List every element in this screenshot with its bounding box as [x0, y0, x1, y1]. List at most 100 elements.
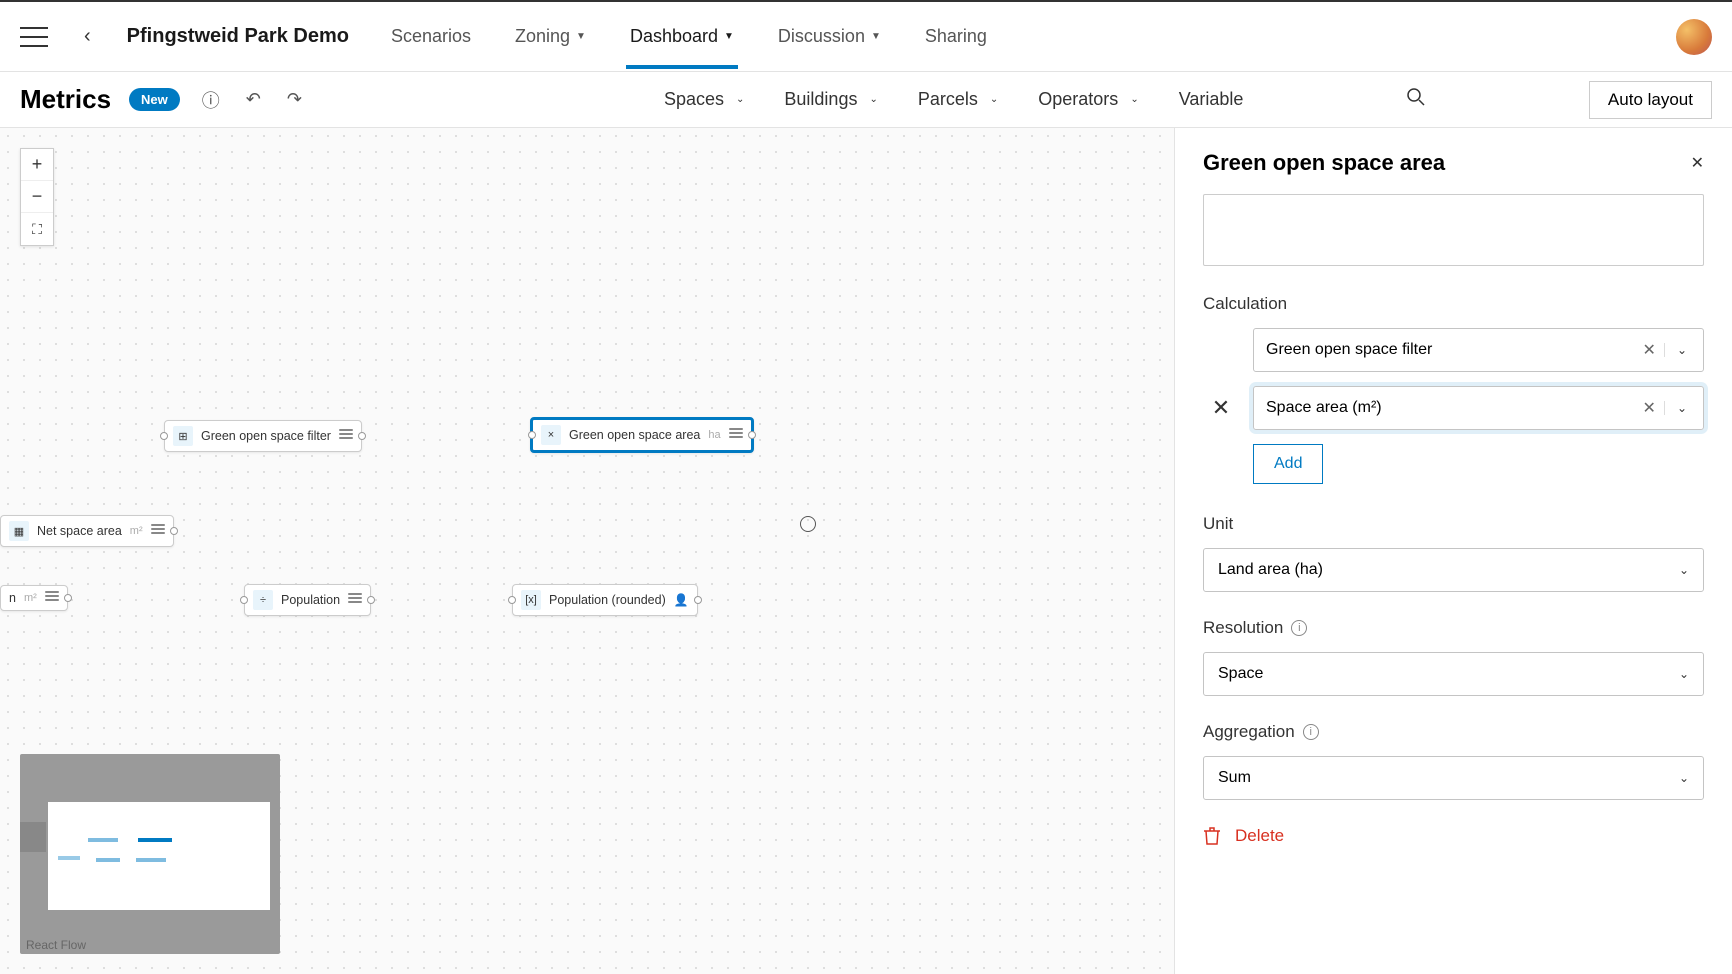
node-unit: ha: [708, 429, 720, 441]
calc-operator-multiply[interactable]: ✕: [1203, 395, 1239, 421]
node-label: Population: [281, 593, 340, 607]
menu-icon[interactable]: [20, 27, 48, 47]
trash-icon: [1203, 826, 1221, 846]
multiply-icon: ×: [541, 425, 561, 445]
select-value: Space: [1218, 665, 1263, 683]
chevron-down-icon: ⌄: [1130, 94, 1138, 105]
divide-icon: ÷: [253, 590, 273, 610]
minimap-viewport: [48, 802, 270, 910]
chevron-down-icon[interactable]: ⌄: [1664, 343, 1691, 357]
search-icon[interactable]: [1402, 83, 1430, 116]
category-buildings[interactable]: Buildings⌄: [784, 89, 877, 110]
chevron-down-icon: ▼: [576, 31, 586, 42]
category-variable[interactable]: Variable: [1179, 89, 1244, 110]
unit-label: Unit: [1203, 514, 1704, 534]
node-port[interactable]: [358, 432, 366, 440]
node-green-open-space-area[interactable]: × Green open space area ha: [530, 417, 754, 453]
round-icon: [x]: [521, 590, 541, 610]
stack-icon: [45, 591, 59, 605]
aggregation-select[interactable]: Sum ⌄: [1203, 756, 1704, 800]
toolbar-categories: Spaces⌄ Buildings⌄ Parcels⌄ Operators⌄ V…: [664, 89, 1243, 110]
panel-title: Green open space area: [1203, 150, 1445, 176]
nav-discussion[interactable]: Discussion▼: [774, 4, 885, 69]
close-icon[interactable]: ✕: [1691, 153, 1704, 173]
select-value: Land area (ha): [1218, 561, 1323, 579]
calculation-label: Calculation: [1203, 294, 1704, 314]
stack-icon: [729, 428, 743, 442]
zoom-controls: + − ⛶: [20, 148, 54, 246]
select-value: Sum: [1218, 769, 1251, 787]
category-operators[interactable]: Operators⌄: [1038, 89, 1138, 110]
combo-value: Space area (m²): [1266, 399, 1382, 417]
stack-icon: [348, 593, 362, 607]
chevron-down-icon: ▼: [724, 31, 734, 42]
person-icon: 👤: [674, 593, 689, 607]
nav-zoning[interactable]: Zoning▼: [511, 4, 590, 69]
category-spaces[interactable]: Spaces⌄: [664, 89, 744, 110]
chevron-down-icon: ⌄: [736, 94, 744, 105]
clear-icon[interactable]: ✕: [1635, 340, 1664, 360]
redo-icon[interactable]: ↷: [283, 85, 306, 114]
chevron-down-icon: ⌄: [1679, 563, 1689, 577]
delete-label: Delete: [1235, 826, 1284, 846]
chevron-down-icon: ⌄: [869, 94, 877, 105]
minimap[interactable]: React Flow: [20, 754, 280, 954]
calc-input-2[interactable]: Space area (m²) ✕ ⌄: [1253, 386, 1704, 430]
node-port[interactable]: [528, 431, 536, 439]
nav-scenarios[interactable]: Scenarios: [387, 4, 475, 69]
node-population-rounded[interactable]: [x] Population (rounded) 👤: [512, 584, 698, 616]
project-name: Pfingstweid Park Demo: [127, 25, 349, 48]
aggregation-label: Aggregation i: [1203, 722, 1704, 742]
node-port[interactable]: [367, 596, 375, 604]
node-green-open-space-filter[interactable]: ⊞ Green open space filter: [164, 420, 362, 452]
chevron-down-icon: ⌄: [1679, 667, 1689, 681]
new-badge: New: [129, 88, 180, 111]
fit-view-button[interactable]: ⛶: [21, 213, 53, 245]
add-button[interactable]: Add: [1253, 444, 1323, 484]
combo-value: Green open space filter: [1266, 341, 1432, 359]
category-parcels[interactable]: Parcels⌄: [918, 89, 998, 110]
resolution-select[interactable]: Space ⌄: [1203, 652, 1704, 696]
info-icon[interactable]: ⓘ: [198, 83, 224, 117]
chevron-down-icon: ▼: [871, 31, 881, 42]
description-input[interactable]: [1203, 194, 1704, 266]
page-title: Metrics: [20, 84, 111, 115]
back-button[interactable]: ‹: [76, 25, 99, 48]
node-net-space-area[interactable]: ▦ Net space area m²: [0, 515, 174, 547]
auto-layout-button[interactable]: Auto layout: [1589, 81, 1712, 119]
node-port[interactable]: [748, 431, 756, 439]
clear-icon[interactable]: ✕: [1635, 398, 1664, 418]
filter-icon: ⊞: [173, 426, 193, 446]
chevron-down-icon: ⌄: [990, 94, 998, 105]
node-label: Green open space filter: [201, 429, 331, 443]
nav-dashboard[interactable]: Dashboard▼: [626, 4, 738, 69]
node-port[interactable]: [160, 432, 168, 440]
node-partial[interactable]: n m²: [0, 585, 68, 611]
side-panel: Green open space area ✕ Calculation Gree…: [1174, 128, 1732, 974]
undo-icon[interactable]: ↶: [242, 85, 265, 114]
nav-sharing[interactable]: Sharing: [921, 4, 991, 69]
attribution-label: React Flow: [26, 938, 86, 952]
zoom-out-button[interactable]: −: [21, 181, 53, 213]
avatar[interactable]: [1676, 19, 1712, 55]
resolution-label: Resolution i: [1203, 618, 1704, 638]
node-label: Population (rounded): [549, 593, 666, 607]
node-port[interactable]: [64, 594, 72, 602]
chevron-down-icon[interactable]: ⌄: [1664, 401, 1691, 415]
toolbar: Metrics New ⓘ ↶ ↷ Spaces⌄ Buildings⌄ Par…: [0, 72, 1732, 128]
info-icon[interactable]: i: [1291, 620, 1307, 636]
info-icon[interactable]: i: [1303, 724, 1319, 740]
unit-select[interactable]: Land area (ha) ⌄: [1203, 548, 1704, 592]
node-port[interactable]: [508, 596, 516, 604]
node-port[interactable]: [694, 596, 702, 604]
stack-icon: [339, 429, 353, 443]
node-population[interactable]: ÷ Population: [244, 584, 371, 616]
grab-cursor-icon: [800, 516, 816, 532]
calc-input-1[interactable]: Green open space filter ✕ ⌄: [1253, 328, 1704, 372]
delete-button[interactable]: Delete: [1203, 826, 1704, 846]
node-port[interactable]: [240, 596, 248, 604]
node-unit: m²: [130, 525, 143, 537]
node-port[interactable]: [170, 527, 178, 535]
zoom-in-button[interactable]: +: [21, 149, 53, 181]
node-label: Net space area: [37, 524, 122, 538]
